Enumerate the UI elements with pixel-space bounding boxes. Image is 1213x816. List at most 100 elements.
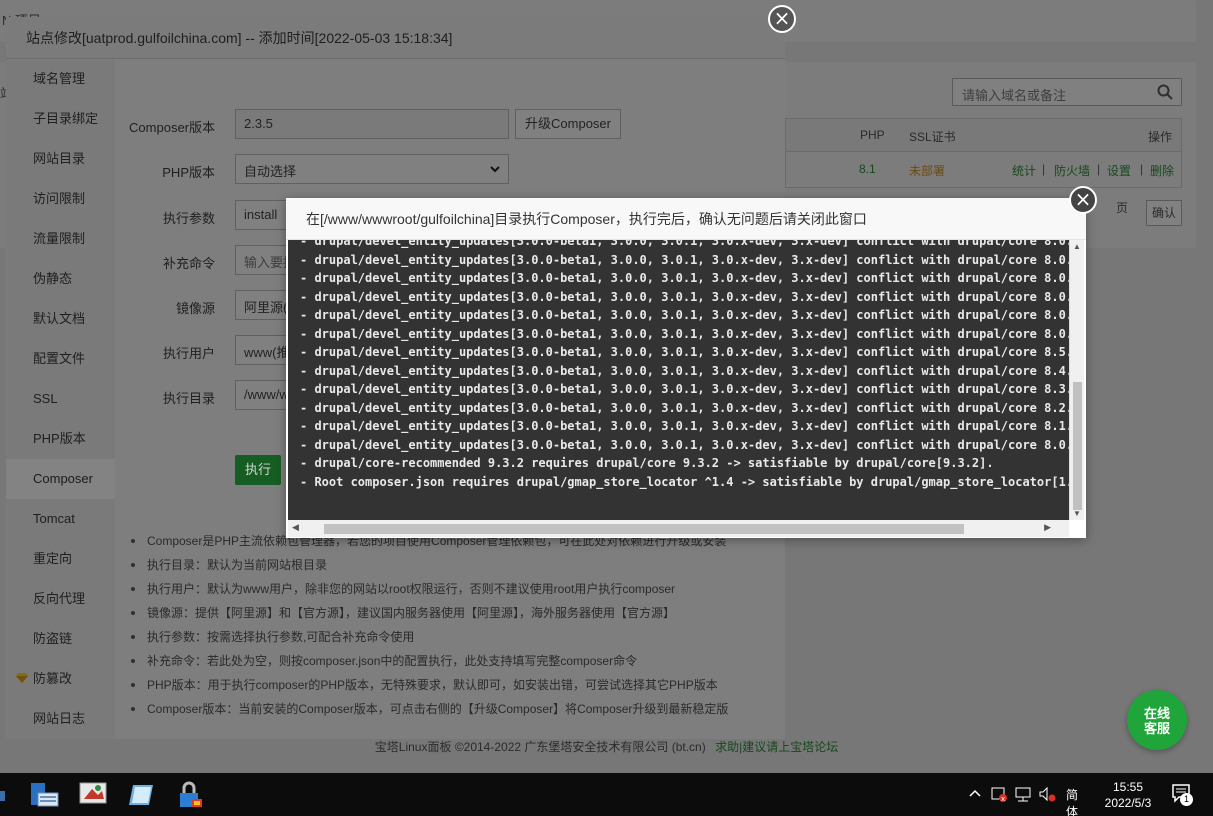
notification-center-button[interactable]: 1 xyxy=(1171,783,1193,806)
dialog-sidebar: 域名管理 子目录绑定 网站目录 访问限制 流量限制 伪静态 默认文档 配置文件 … xyxy=(6,59,115,739)
search-icon[interactable] xyxy=(1157,84,1173,100)
site-search-input[interactable]: 请输入域名或备注 xyxy=(952,78,1182,106)
scroll-down-icon[interactable]: ▼ xyxy=(1073,509,1081,518)
sidebar-item-hotlink[interactable]: 防盗链 xyxy=(6,619,115,659)
network-icon[interactable] xyxy=(1014,785,1032,803)
remote-desktop-icon[interactable] xyxy=(78,779,110,811)
row-php-version[interactable]: 8.1 xyxy=(859,162,876,176)
console-line: - drupal/devel_entity_updates[3.0.0-beta… xyxy=(300,240,1069,248)
sidebar-item-reverse-proxy[interactable]: 反向代理 xyxy=(6,579,115,619)
sidebar-item-site-log[interactable]: 网站日志 xyxy=(6,699,115,739)
console-line: - drupal/devel_entity_updates[3.0.0-beta… xyxy=(300,400,1069,415)
extra-cmd-label: 补充命令 xyxy=(162,256,215,271)
run-button[interactable]: 执行 xyxy=(235,455,281,485)
footer-copyright: 宝塔Linux面板 ©2014-2022 广东堡塔安全技术有限公司 (bt.cn… xyxy=(374,740,706,754)
dir-input[interactable]: /www/w xyxy=(235,380,291,410)
console-line: - drupal/devel_entity_updates[3.0.0-beta… xyxy=(300,252,1069,267)
mirror-label: 镜像源 xyxy=(175,301,215,316)
row-ssl-status[interactable]: 未部署 xyxy=(909,162,945,179)
volume-muted-icon[interactable] xyxy=(1038,785,1056,803)
th-ssl: SSL证书 xyxy=(909,130,956,144)
dialog-title: 站点修改[uatprod.gulfoilchina.com] -- 添加时间[2… xyxy=(6,17,785,59)
taskbar-clock[interactable]: 15:55 2022/5/3 xyxy=(1096,779,1160,811)
console-line: - drupal/devel_entity_updates[3.0.0-beta… xyxy=(300,437,1069,452)
input-method-indicator[interactable]: 简体 xyxy=(1066,786,1078,816)
gem-icon xyxy=(16,673,28,683)
php-version-row: PHP版本 自动选择 xyxy=(115,154,785,186)
sidebar-item-subdir[interactable]: 子目录绑定 xyxy=(6,99,115,139)
php-version-value: 自动选择 xyxy=(244,164,297,179)
sidebar-item-redirect[interactable]: 重定向 xyxy=(6,539,115,579)
server-manager-icon[interactable] xyxy=(28,779,60,811)
sidebar-item-config[interactable]: 配置文件 xyxy=(6,339,115,379)
args-select[interactable]: install xyxy=(235,200,291,230)
chevron-up-icon[interactable] xyxy=(968,788,982,798)
sidebar-item-rewrite[interactable]: 伪静态 xyxy=(6,259,115,299)
chat-label-line1: 在线 xyxy=(1143,706,1170,721)
console-line: - drupal/devel_entity_updates[3.0.0-beta… xyxy=(300,289,1069,304)
site-search-placeholder: 请输入域名或备注 xyxy=(962,88,1067,103)
sidebar-item-ssl[interactable]: SSL xyxy=(6,379,115,419)
notepad-icon[interactable] xyxy=(125,779,157,811)
sidebar-item-tomcat[interactable]: Tomcat xyxy=(6,499,115,539)
list-item: 执行用户：默认为www用户，除非您的网站以root权限运行，否则不建议使用roo… xyxy=(125,577,775,601)
composer-version-label: Composer版本 xyxy=(129,120,215,135)
list-item: 执行参数：按需选择执行参数,可配合补充命令使用 xyxy=(125,625,775,649)
upgrade-composer-button[interactable]: 升级Composer xyxy=(515,109,621,139)
vertical-scrollbar[interactable]: ▲ ▼ xyxy=(1069,240,1084,520)
clock-date: 2022/5/3 xyxy=(1104,796,1152,810)
firewall-link[interactable]: 防火墙 xyxy=(1054,162,1090,179)
scroll-left-icon[interactable]: ◀ xyxy=(292,522,299,533)
close-site-dialog-button[interactable]: × xyxy=(768,5,796,33)
output-dialog-title: 在[/www/wwwroot/gulfoilchina]目录执行Composer… xyxy=(286,198,1086,240)
security-lock-icon[interactable] xyxy=(174,779,206,811)
console-line: - drupal/devel_entity_updates[3.0.0-beta… xyxy=(300,326,1069,341)
close-icon: × xyxy=(773,6,791,30)
args-label: 执行参数 xyxy=(162,211,215,226)
php-version-label: PHP版本 xyxy=(162,165,215,180)
user-label: 执行用户 xyxy=(162,346,215,361)
delete-link[interactable]: 删除 xyxy=(1150,162,1174,179)
table-row: 8.1 未部署 统计 | 防火墙 | 设置 | 删除 xyxy=(785,152,1182,188)
sidebar-item-composer[interactable]: Composer xyxy=(6,459,115,499)
console-line: - Root composer.json requires drupal/gma… xyxy=(300,474,1069,489)
page-confirm-button[interactable]: 确认 xyxy=(1146,200,1182,226)
close-output-dialog-button[interactable]: × xyxy=(1069,186,1097,214)
sidebar-item-access-limit[interactable]: 访问限制 xyxy=(6,179,115,219)
sidebar-item-php-version[interactable]: PHP版本 xyxy=(6,419,115,459)
site-table-header: PHP SSL证书 操作 xyxy=(785,118,1182,152)
sidebar-item-default-doc[interactable]: 默认文档 xyxy=(6,299,115,339)
sidebar-item-label: 防篡改 xyxy=(33,671,73,686)
dir-label: 执行目录 xyxy=(162,391,215,406)
vertical-scroll-thumb[interactable] xyxy=(1073,382,1082,510)
console-output[interactable]: - drupal/devel_entity_updates[3.0.0-beta… xyxy=(288,240,1069,520)
list-item: 执行目录：默认为当前网站根目录 xyxy=(125,553,775,577)
notification-badge: 1 xyxy=(1180,793,1193,806)
sidebar-item-tamper-proof[interactable]: 防篡改 xyxy=(6,659,115,699)
horizontal-scroll-thumb[interactable] xyxy=(324,524,964,534)
taskbar: x 简体 15:55 2022/5/3 1 xyxy=(0,773,1213,816)
th-php: PHP xyxy=(860,128,885,142)
start-edge-icon[interactable] xyxy=(0,779,8,811)
stats-link[interactable]: 统计 xyxy=(1012,162,1036,179)
horizontal-scrollbar[interactable]: ◀ ▶ xyxy=(288,520,1069,537)
php-version-select[interactable]: 自动选择 xyxy=(235,154,509,184)
help-notes: Composer是PHP主流依赖包管理器，若您的项目使用Composer管理依赖… xyxy=(125,529,775,721)
online-support-button[interactable]: 在线 客服 xyxy=(1127,690,1187,750)
mirror-select[interactable]: 阿里源( xyxy=(235,290,291,320)
sidebar-item-domain[interactable]: 域名管理 xyxy=(6,59,115,99)
console-line: - drupal/devel_entity_updates[3.0.0-beta… xyxy=(300,382,1069,396)
security-alert-icon[interactable]: x xyxy=(990,785,1008,803)
list-item: 补充命令：若此处为空，则按composer.json中的配置执行，此处支持填写完… xyxy=(125,649,775,673)
user-select[interactable]: www(推 xyxy=(235,335,291,365)
chat-label-line2: 客服 xyxy=(1143,721,1170,736)
composer-output-dialog: 在[/www/wwwroot/gulfoilchina]目录执行Composer… xyxy=(286,198,1086,538)
scroll-right-icon[interactable]: ▶ xyxy=(1044,522,1051,533)
settings-link[interactable]: 设置 xyxy=(1107,162,1131,179)
forum-link[interactable]: 求助|建议请上宝塔论坛 xyxy=(715,740,838,754)
sidebar-item-site-dir[interactable]: 网站目录 xyxy=(6,139,115,179)
scroll-up-icon[interactable]: ▲ xyxy=(1073,242,1081,251)
sidebar-item-traffic-limit[interactable]: 流量限制 xyxy=(6,219,115,259)
list-item: Composer版本：当前安装的Composer版本，可点击右侧的【升级Comp… xyxy=(125,697,775,721)
extra-cmd-input[interactable]: 输入要执 xyxy=(235,245,291,275)
